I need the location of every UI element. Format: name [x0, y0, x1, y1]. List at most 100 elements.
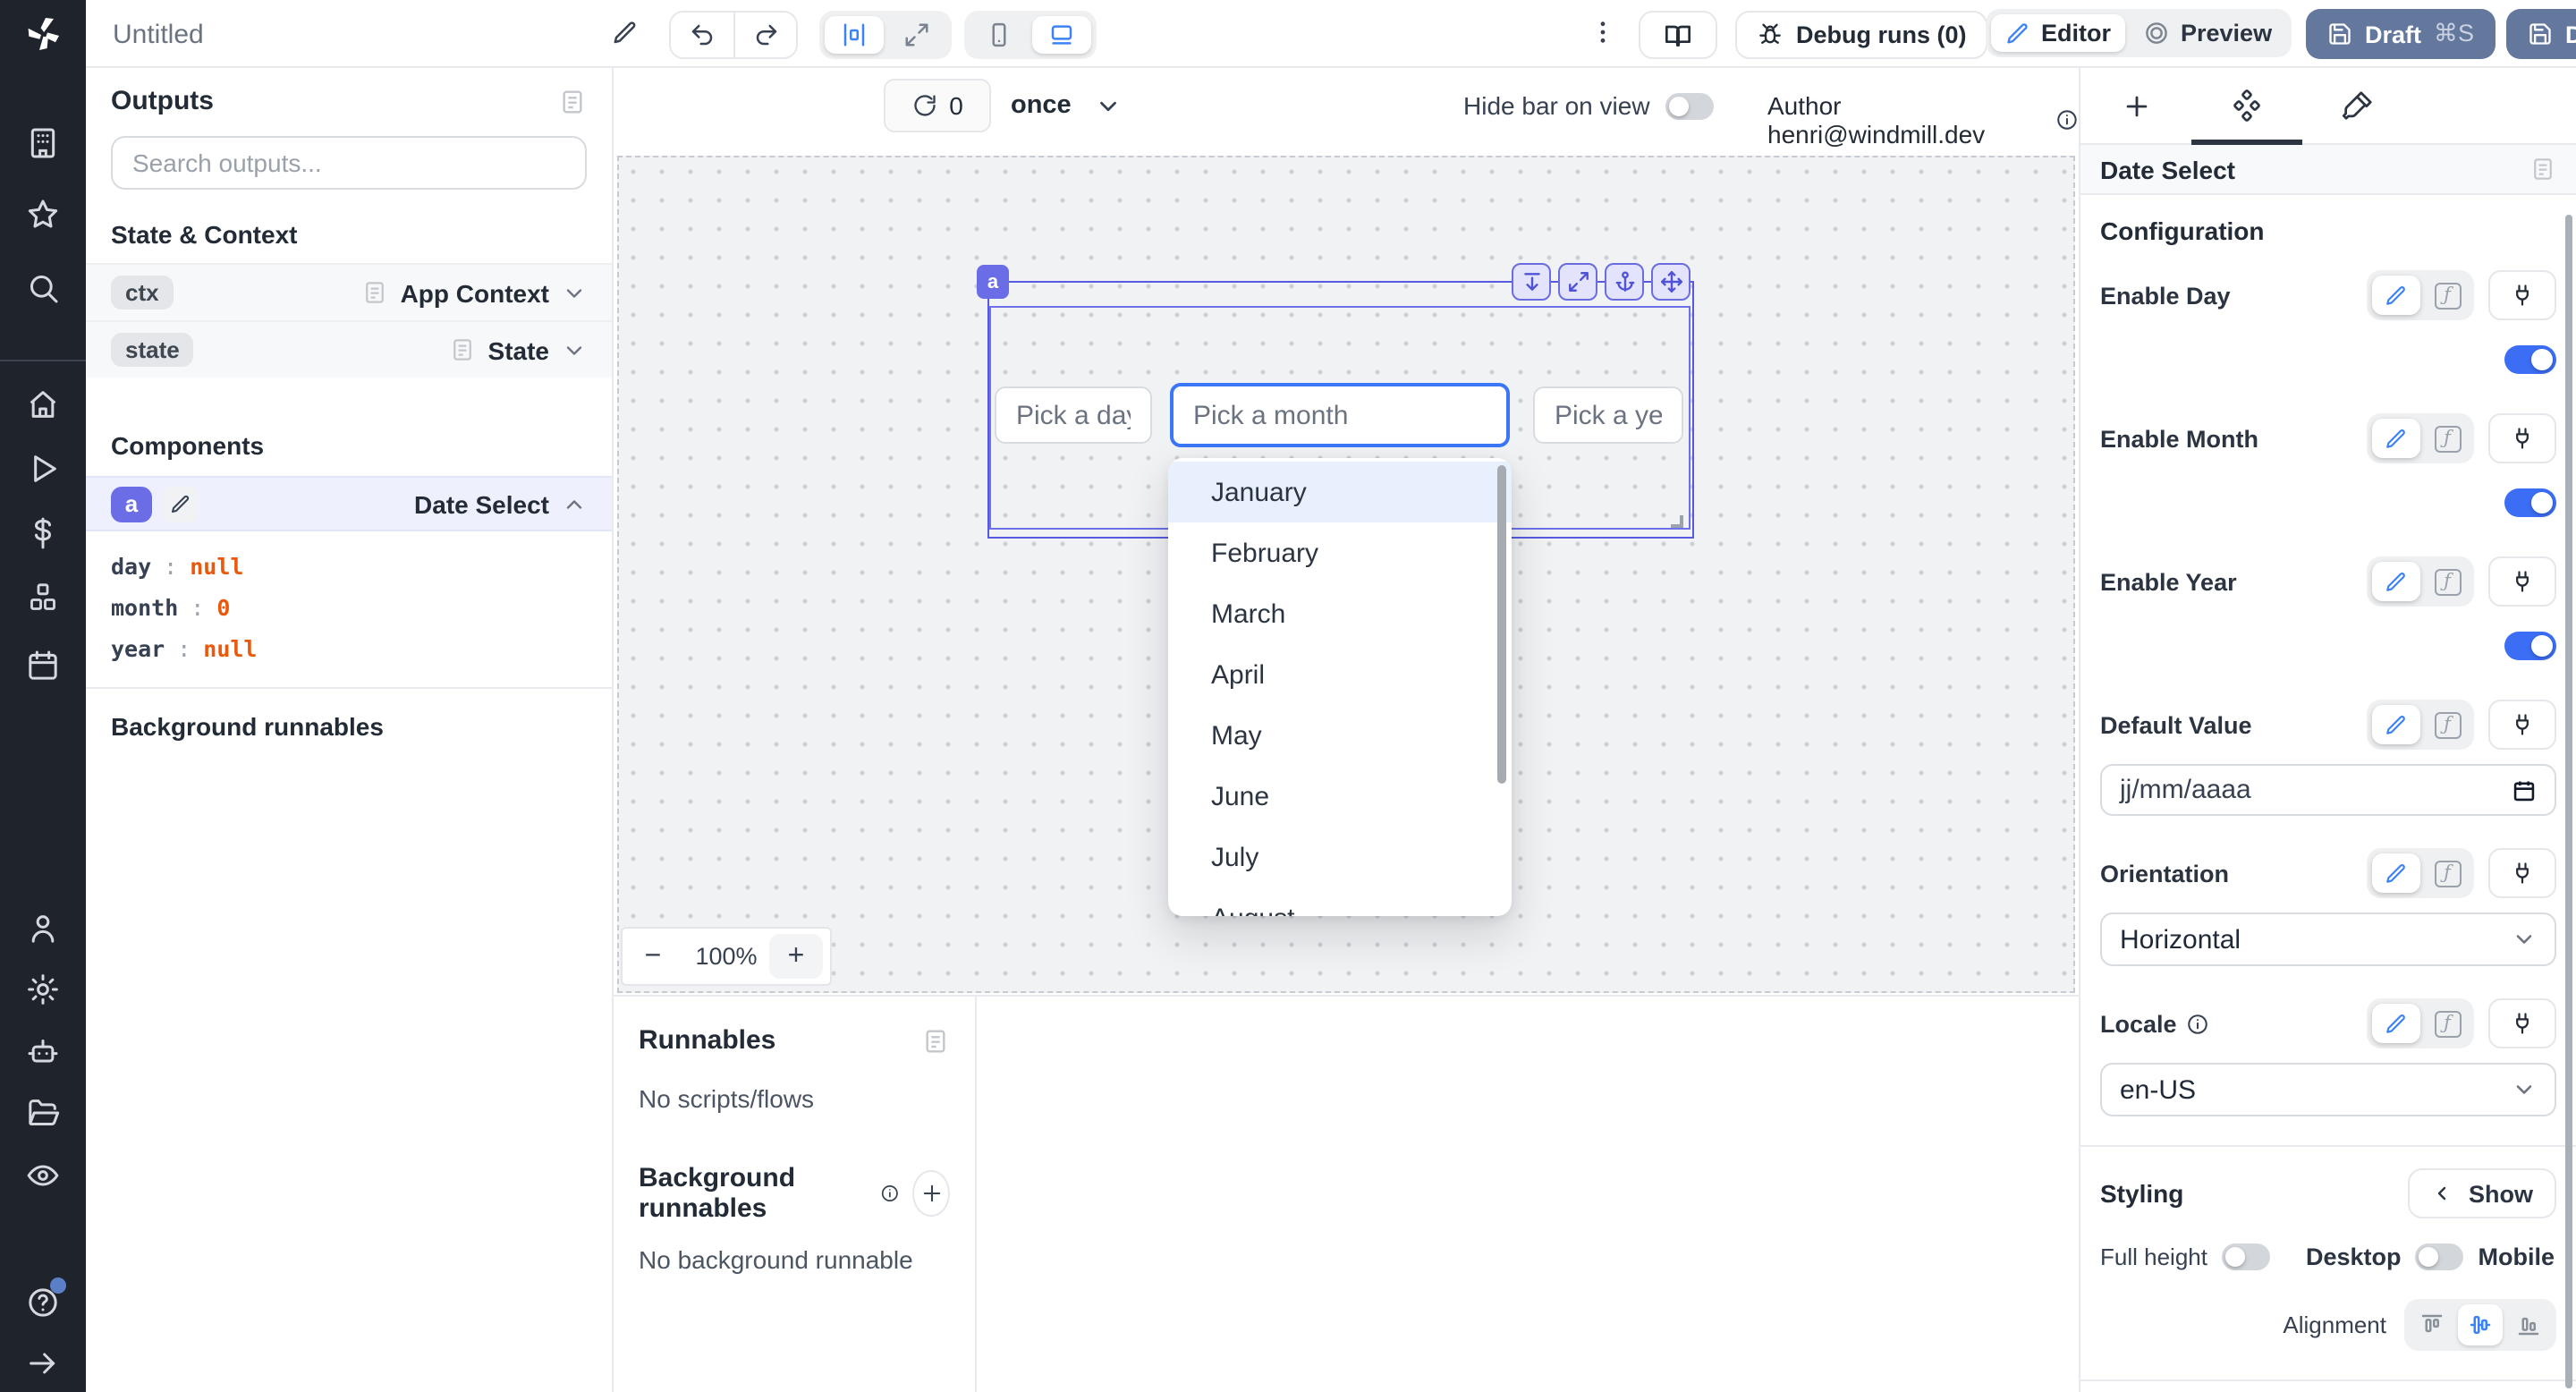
- expand-handle[interactable]: [1558, 263, 1597, 301]
- component-settings-tab[interactable]: [2191, 68, 2302, 143]
- pick-year-input[interactable]: [1533, 386, 1683, 444]
- mobile-view-button[interactable]: [970, 16, 1029, 54]
- chevron-down-icon[interactable]: [562, 280, 587, 305]
- schedules-calendar-icon[interactable]: [25, 648, 61, 683]
- static-edit-button[interactable]: [2372, 1004, 2420, 1043]
- user-icon[interactable]: [25, 911, 61, 946]
- home-icon[interactable]: [25, 386, 61, 422]
- search-outputs-input[interactable]: [111, 136, 587, 190]
- static-edit-button[interactable]: [2372, 705, 2420, 744]
- static-edit-button[interactable]: [2372, 853, 2420, 893]
- month-option[interactable]: April: [1168, 644, 1512, 705]
- hide-bar-toggle[interactable]: [1666, 92, 1715, 119]
- default-value-date-input[interactable]: jj/mm/aaaa: [2100, 764, 2556, 816]
- static-edit-button[interactable]: [2372, 419, 2420, 458]
- favorites-star-icon[interactable]: [25, 197, 61, 233]
- fx-expr-button[interactable]: ƒ: [2426, 705, 2469, 744]
- enable-month-toggle[interactable]: [2504, 488, 2556, 517]
- locale-select[interactable]: en-US: [2100, 1063, 2556, 1116]
- panel-doc-icon[interactable]: [558, 87, 587, 115]
- month-option[interactable]: August: [1168, 887, 1512, 916]
- debug-runs-button[interactable]: Debug runs (0): [1735, 11, 1988, 59]
- theme-styling-tab[interactable]: [2302, 68, 2413, 143]
- rename-pencil-icon[interactable]: [612, 20, 639, 47]
- docs-book-button[interactable]: [1639, 11, 1717, 59]
- desktop-style-toggle[interactable]: [2416, 1243, 2464, 1270]
- show-styling-button[interactable]: Show: [2408, 1168, 2556, 1218]
- settings-gear-icon[interactable]: [25, 972, 61, 1007]
- static-edit-button[interactable]: [2372, 276, 2420, 315]
- info-icon[interactable]: [879, 1181, 899, 1206]
- pick-day-input[interactable]: [995, 386, 1152, 444]
- expand-sidebar-arrow-icon[interactable]: [25, 1345, 61, 1381]
- output-kv-row[interactable]: day:null: [111, 546, 587, 587]
- align-bottom-button[interactable]: [2506, 1304, 2551, 1345]
- output-kv-row[interactable]: month:0: [111, 587, 587, 628]
- calendar-icon[interactable]: [2512, 777, 2537, 802]
- dropdown-scrollbar[interactable]: [1497, 465, 1506, 784]
- static-edit-button[interactable]: [2372, 562, 2420, 601]
- month-option[interactable]: February: [1168, 522, 1512, 583]
- ctx-row[interactable]: ctx App Context: [86, 263, 612, 320]
- full-height-toggle[interactable]: [2222, 1243, 2270, 1270]
- connect-plug-button[interactable]: [2488, 556, 2556, 607]
- month-option[interactable]: June: [1168, 766, 1512, 827]
- connect-plug-button[interactable]: [2488, 270, 2556, 320]
- refresh-count-button[interactable]: 0: [884, 79, 991, 132]
- panel-doc-icon[interactable]: [2529, 156, 2556, 182]
- connect-plug-button[interactable]: [2488, 700, 2556, 750]
- month-option[interactable]: July: [1168, 827, 1512, 887]
- align-center-button[interactable]: [2458, 1304, 2503, 1345]
- enable-year-toggle[interactable]: [2504, 632, 2556, 660]
- connect-plug-button[interactable]: [2488, 848, 2556, 898]
- more-options-kebab-icon[interactable]: [1589, 18, 1617, 47]
- component-a-row[interactable]: a Date Select: [86, 476, 612, 531]
- panel-doc-icon[interactable]: [921, 1026, 950, 1055]
- runs-play-icon[interactable]: [25, 451, 61, 487]
- fx-expr-button[interactable]: ƒ: [2426, 1004, 2469, 1043]
- info-icon[interactable]: [2055, 107, 2079, 132]
- fill-height-handle[interactable]: [1512, 263, 1551, 301]
- enable-day-toggle[interactable]: [2504, 345, 2556, 374]
- redo-button[interactable]: [733, 13, 796, 57]
- move-handle[interactable]: [1651, 263, 1690, 301]
- edit-component-id-button[interactable]: [163, 486, 199, 522]
- month-option[interactable]: January: [1168, 462, 1512, 522]
- search-icon[interactable]: [25, 270, 61, 306]
- fx-expr-button[interactable]: ƒ: [2426, 276, 2469, 315]
- zoom-in-button[interactable]: +: [769, 934, 823, 979]
- fx-expr-button[interactable]: ƒ: [2426, 562, 2469, 601]
- fx-expr-button[interactable]: ƒ: [2426, 853, 2469, 893]
- variables-dollar-icon[interactable]: [25, 515, 61, 551]
- preview-tab[interactable]: Preview: [2129, 14, 2286, 52]
- pick-month-input[interactable]: [1170, 383, 1510, 447]
- apps-icon[interactable]: [25, 125, 61, 161]
- orientation-select[interactable]: Horizontal: [2100, 912, 2556, 966]
- state-row[interactable]: state State: [86, 320, 612, 378]
- fullwidth-layout-button[interactable]: [887, 16, 946, 54]
- save-draft-button[interactable]: Draft ⌘S: [2306, 9, 2496, 59]
- anchor-handle[interactable]: [1605, 263, 1644, 301]
- output-kv-row[interactable]: year:null: [111, 628, 587, 669]
- run-policy-dropdown[interactable]: once: [1011, 79, 1122, 132]
- connect-plug-button[interactable]: [2488, 998, 2556, 1048]
- connect-plug-button[interactable]: [2488, 413, 2556, 463]
- component-canvas-badge[interactable]: a: [977, 265, 1009, 299]
- panel-scrollbar[interactable]: [2565, 215, 2572, 1388]
- fx-expr-button[interactable]: ƒ: [2426, 419, 2469, 458]
- month-option[interactable]: May: [1168, 705, 1512, 766]
- chevron-up-icon[interactable]: [562, 491, 587, 516]
- zoom-out-button[interactable]: −: [623, 940, 683, 972]
- workers-robot-icon[interactable]: [25, 1034, 61, 1070]
- folders-icon[interactable]: [25, 1095, 61, 1131]
- deploy-button[interactable]: Deploy: [2506, 9, 2576, 59]
- undo-button[interactable]: [671, 13, 733, 57]
- windmill-logo[interactable]: [0, 0, 86, 68]
- audit-eye-icon[interactable]: [25, 1158, 61, 1193]
- desktop-view-button[interactable]: [1032, 16, 1091, 54]
- centered-layout-button[interactable]: [825, 16, 884, 54]
- info-icon[interactable]: [2186, 1012, 2209, 1035]
- align-top-button[interactable]: [2410, 1304, 2454, 1345]
- month-option[interactable]: March: [1168, 583, 1512, 644]
- chevron-down-icon[interactable]: [562, 337, 587, 362]
